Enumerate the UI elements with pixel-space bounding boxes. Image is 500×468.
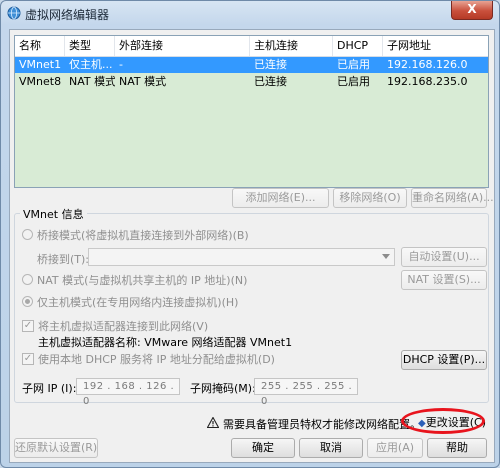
table-row[interactable]: VMnet8 NAT 模式 NAT 模式 已连接 已启用 192.168.235… <box>15 74 488 90</box>
use-dhcp-label: 使用本地 DHCP 服务将 IP 地址分配给虚拟机(D) <box>38 353 275 366</box>
dhcp-settings-button[interactable]: DHCP 设置(P)... <box>401 350 487 370</box>
column-header-host[interactable]: 主机连接 <box>250 36 333 56</box>
subnet-mask-input[interactable]: 255 . 255 . 255 . 0 <box>254 378 358 407</box>
chevron-down-icon <box>382 254 390 259</box>
auto-settings-button[interactable]: 自动设置(U)... <box>401 247 487 267</box>
network-list-table[interactable]: 名称 类型 外部连接 主机连接 DHCP 子网地址 VMnet1 仅主机... … <box>14 35 489 188</box>
bridged-to-select[interactable] <box>88 248 395 266</box>
rename-network-button[interactable]: 重命名网络(A)... <box>411 188 494 208</box>
vmnet-info-title: VMnet 信息 <box>20 206 87 222</box>
remove-network-button[interactable]: 移除网络(O) <box>333 188 407 208</box>
ok-button[interactable]: 确定 <box>231 438 295 458</box>
table-row[interactable]: VMnet1 仅主机... - 已连接 已启用 192.168.126.0 <box>15 57 488 73</box>
add-network-button[interactable]: 添加网络(E)... <box>232 188 329 208</box>
row-dhcp-cell: 已启用 <box>337 75 370 88</box>
subnet-ip-input[interactable]: 192 . 168 . 126 . 0 <box>76 378 180 407</box>
nat-settings-button[interactable]: NAT 设置(S)... <box>401 270 487 290</box>
cancel-button[interactable]: 取消 <box>299 438 363 458</box>
change-settings-label: 更改设置(C) <box>425 416 486 429</box>
adapter-name-label: 主机虚拟适配器名称: VMware 网络适配器 VMnet1 <box>38 336 293 349</box>
nat-mode-radio[interactable] <box>22 274 33 285</box>
connect-adapter-label: 将主机虚拟适配器连接到此网络(V) <box>38 320 209 333</box>
column-header-name[interactable]: 名称 <box>15 36 65 56</box>
row-subnet-cell: 192.168.126.0 <box>387 58 468 71</box>
bridged-to-label: 桥接到(T): <box>37 253 90 266</box>
column-header-subnet[interactable]: 子网地址 <box>383 36 488 56</box>
title-bar[interactable]: 虚拟网络编辑器 X <box>1 1 499 25</box>
row-host-cell: 已连接 <box>254 58 287 71</box>
host-only-mode-label: 仅主机模式(在专用网络内连接虚拟机)(H) <box>37 296 239 309</box>
warning-icon <box>207 417 219 428</box>
row-external-cell: NAT 模式 <box>119 75 167 88</box>
row-type-cell: 仅主机... <box>69 58 113 71</box>
virtual-network-editor-window: 虚拟网络编辑器 X 名称 类型 外部连接 主机连接 DHCP 子网地址 VMne… <box>0 0 500 468</box>
close-button[interactable]: X <box>451 1 493 20</box>
shield-icon: ◆ <box>418 418 426 429</box>
apply-button[interactable]: 应用(A) <box>367 438 423 458</box>
column-header-dhcp[interactable]: DHCP <box>333 36 383 56</box>
subnet-ip-label: 子网 IP (I): <box>22 382 77 395</box>
row-dhcp-cell: 已启用 <box>337 58 370 71</box>
restore-defaults-button[interactable]: 还原默认设置(R) <box>14 438 98 458</box>
row-host-cell: 已连接 <box>254 75 287 88</box>
window-title: 虚拟网络编辑器 <box>25 8 110 22</box>
column-header-type[interactable]: 类型 <box>65 36 115 56</box>
dialog-client-area: 名称 类型 外部连接 主机连接 DHCP 子网地址 VMnet1 仅主机... … <box>9 29 495 463</box>
nat-mode-label: NAT 模式(与虚拟机共享主机的 IP 地址)(N) <box>37 274 248 287</box>
row-external-cell: - <box>119 58 123 71</box>
admin-required-notice: 需要具备管理员特权才能修改网络配置。 <box>223 418 421 431</box>
host-only-mode-radio[interactable] <box>22 296 33 307</box>
row-name-cell: VMnet1 <box>19 58 62 71</box>
bridged-mode-radio[interactable] <box>22 229 33 240</box>
subnet-mask-label: 子网掩码(M): <box>190 382 256 395</box>
bridged-mode-label: 桥接模式(将虚拟机直接连接到外部网络)(B) <box>37 229 249 242</box>
row-subnet-cell: 192.168.235.0 <box>387 75 468 88</box>
column-header-external[interactable]: 外部连接 <box>115 36 250 56</box>
row-name-cell: VMnet8 <box>19 75 62 88</box>
network-globe-icon <box>7 6 21 20</box>
help-button[interactable]: 帮助 <box>427 438 487 458</box>
use-dhcp-checkbox[interactable]: ✓ <box>22 353 34 365</box>
row-type-cell: NAT 模式 <box>69 75 115 88</box>
connect-adapter-checkbox[interactable]: ✓ <box>22 320 34 332</box>
table-header: 名称 类型 外部连接 主机连接 DHCP 子网地址 <box>15 36 488 57</box>
change-settings-button[interactable]: ◆更改设置(C) <box>416 414 488 434</box>
